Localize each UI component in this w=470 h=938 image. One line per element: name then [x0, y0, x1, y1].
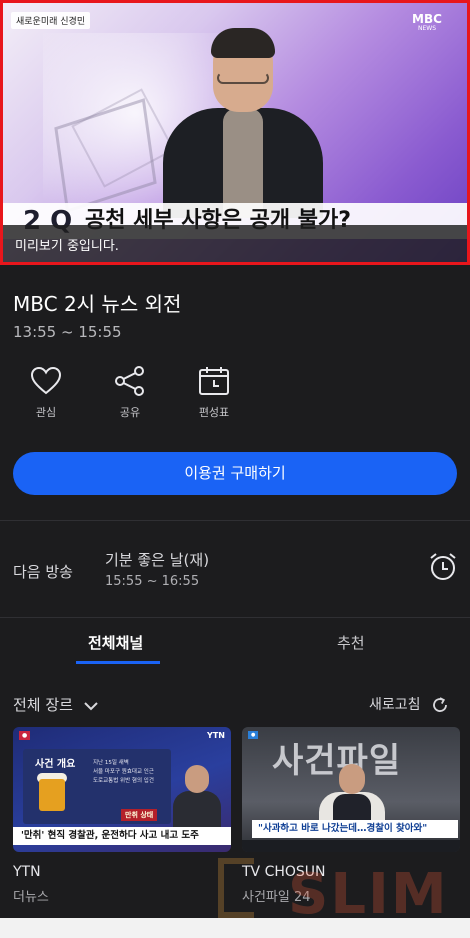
alarm-button[interactable] [428, 552, 458, 586]
channel-name: YTN [13, 864, 41, 880]
favorite-label: 관심 [35, 406, 57, 419]
favorite-button[interactable]: 관심 [6, 366, 86, 420]
channel-logo: YTN [207, 731, 225, 740]
thumbnail-caption: '만취' 현직 경찰관, 운전하다 사고 내고 도주 [13, 827, 231, 845]
show-tag: 새로운미래 신경민 [11, 12, 91, 29]
panel-title: 사건 개요 [35, 759, 76, 770]
program-title: MBC 2시 뉴스 외전 [13, 292, 182, 316]
channel-program: 더뉴스 [13, 890, 49, 905]
calendar-icon [199, 367, 229, 395]
action-row: 관심 공유 편성표 [0, 366, 470, 426]
schedule-button[interactable]: 편성표 [174, 366, 254, 420]
share-label: 공유 [119, 406, 141, 419]
presenter-figure [171, 761, 223, 827]
breaking-tag: ● [19, 731, 31, 740]
share-button[interactable]: 공유 [90, 366, 170, 420]
schedule-label: 편성표 [198, 406, 230, 419]
tab-recommended[interactable]: 추천 [337, 632, 365, 653]
share-icon [115, 366, 144, 396]
genre-dropdown[interactable]: 전체 장르 [13, 694, 98, 715]
tab-all-channels[interactable]: 전체채널 [88, 632, 143, 653]
refresh-icon [433, 697, 447, 712]
channel-card-ytn[interactable]: ● YTN 사건 개요 지난 15일 새벽 서울 마포구 원효대교 인근 도로교… [13, 727, 231, 852]
beer-graphic [39, 779, 65, 811]
bottom-bar [0, 918, 470, 938]
breaking-tag: ● [248, 731, 259, 739]
refresh-button[interactable]: 새로고침 [369, 694, 449, 714]
channel-card-tvchosun[interactable]: ● 사건파일 "사과하고 바로 나갔는데…경찰이 찾아와" [242, 727, 460, 852]
active-tab-indicator [76, 661, 160, 664]
refresh-label: 새로고침 [369, 697, 421, 713]
next-program-time: 15:55 ~ 16:55 [105, 574, 200, 589]
info-panel: 사건 개요 지난 15일 새벽 서울 마포구 원효대교 인근 도로교통법 위반 … [23, 749, 171, 824]
preview-notice-bar: 미리보기 중입니다. [3, 225, 467, 262]
news-anchor-figure [163, 28, 323, 218]
channel-program: 사건파일 24 [242, 890, 311, 905]
buy-pass-button[interactable]: 이용권 구매하기 [13, 452, 457, 495]
program-time: 13:55 ~ 15:55 [13, 323, 122, 341]
stamp-label: 만취 상태 [121, 809, 158, 821]
thumbnail-caption: "사과하고 바로 나갔는데…경찰이 찾아와" [252, 820, 458, 838]
heart-icon [30, 366, 62, 395]
divider [0, 520, 470, 521]
channel-name: TV CHOSUN [242, 864, 326, 880]
preview-notice: 미리보기 중입니다. [15, 239, 119, 254]
news-ticker [242, 840, 460, 852]
channel-tabs: 전체채널 추천 [0, 618, 470, 666]
video-player[interactable]: 새로운미래 신경민 MBC NEWS 2 Q 공천 세부 사항은 공개 불가? … [0, 0, 470, 265]
channel-logo: MBC NEWS [412, 12, 442, 32]
genre-label: 전체 장르 [13, 696, 73, 714]
next-program-title: 기분 좋은 날(재) [105, 551, 210, 569]
alarm-clock-icon [430, 553, 456, 580]
info-text: 지난 15일 새벽 서울 마포구 원효대교 인근 도로교통법 위반 혐의 입건 [93, 760, 154, 784]
next-program-label: 다음 방송 [13, 563, 73, 581]
chevron-down-icon [84, 701, 98, 710]
